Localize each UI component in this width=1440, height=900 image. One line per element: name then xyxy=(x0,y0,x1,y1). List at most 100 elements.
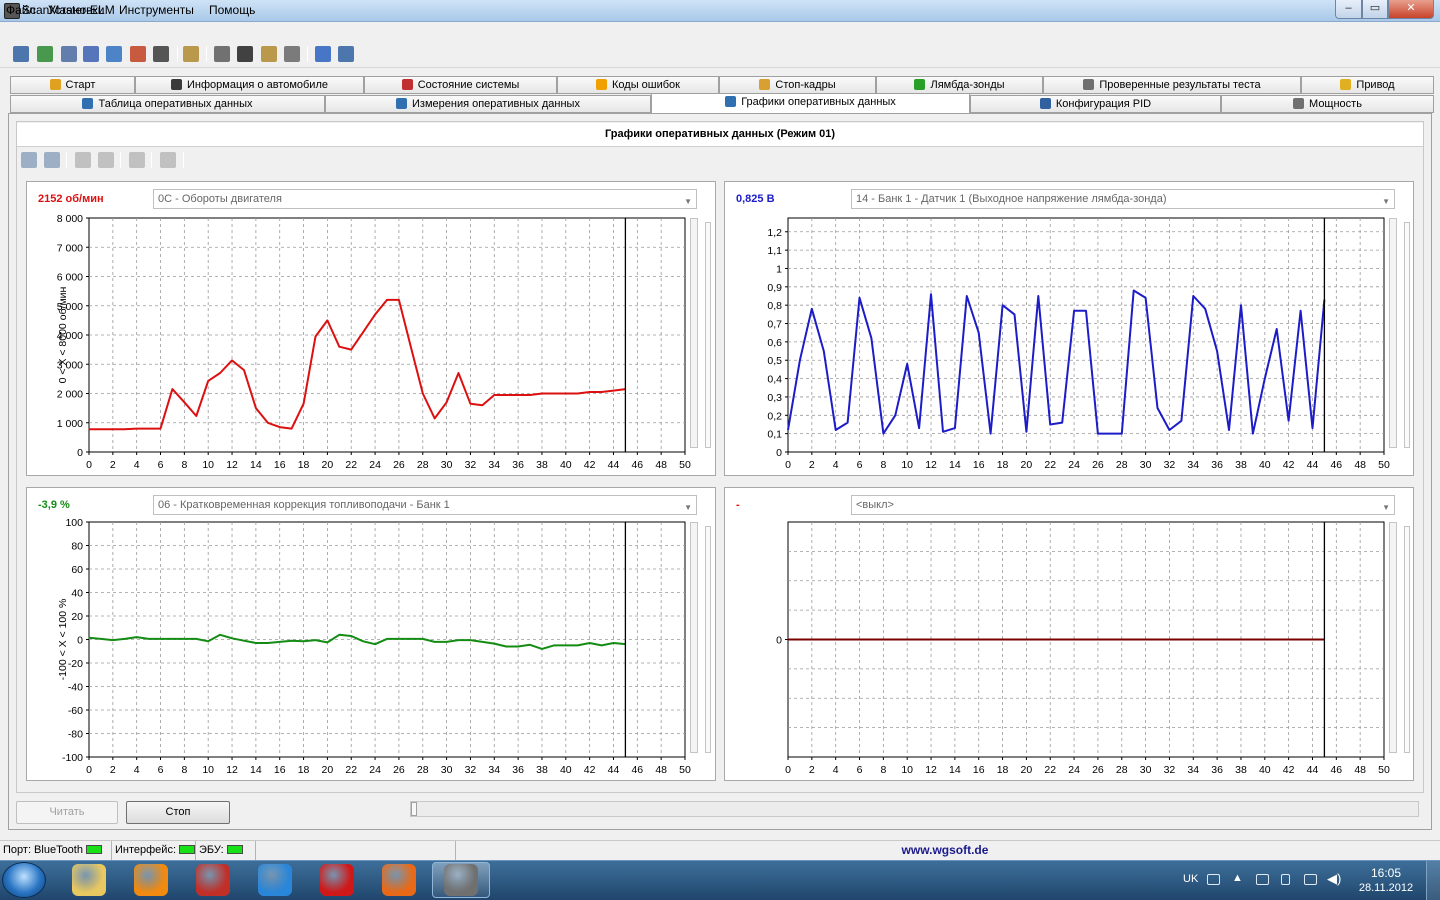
open-icon[interactable] xyxy=(75,152,91,168)
tab-actuator[interactable]: Привод xyxy=(1301,76,1434,94)
internet-explorer-icon[interactable] xyxy=(258,864,292,896)
menu-tools[interactable]: Инструменты xyxy=(119,3,194,17)
power-icon[interactable] xyxy=(1281,874,1290,885)
clock-date[interactable]: 28.11.2012 xyxy=(1352,882,1420,894)
toolbar-separator xyxy=(151,152,152,168)
menu-help[interactable]: Помощь xyxy=(209,3,255,17)
tab-grid[interactable]: Измерения оперативных данных xyxy=(325,95,651,113)
time-scrollbar[interactable] xyxy=(410,801,1419,817)
media-player-classic-icon[interactable] xyxy=(196,864,230,896)
language-indicator[interactable]: UK xyxy=(1183,873,1198,885)
menu-settings[interactable]: Установки xyxy=(48,3,104,17)
stop-button[interactable]: Стоп xyxy=(126,801,230,824)
website-link[interactable]: www.wgsoft.de xyxy=(880,843,1010,857)
table-icon[interactable] xyxy=(83,46,99,62)
x-tick-label: 38 xyxy=(1235,459,1247,471)
tab-config[interactable]: Конфигурация PID xyxy=(970,95,1221,113)
tab-label: Старт xyxy=(65,79,96,91)
terminal-icon[interactable] xyxy=(214,46,230,62)
tab-warning[interactable]: Коды ошибок xyxy=(557,76,719,94)
tab-lambda[interactable]: Лямбда-зонды xyxy=(876,76,1043,94)
x-tick-label: 40 xyxy=(560,764,572,776)
x-tick-label: 30 xyxy=(1140,764,1152,776)
data-point xyxy=(966,295,968,297)
data-point xyxy=(386,299,388,301)
time-scrollbar-thumb[interactable] xyxy=(411,802,417,816)
data-point xyxy=(136,636,138,638)
x-tick-label: 0 xyxy=(86,459,92,471)
tab-system-status[interactable]: Состояние системы xyxy=(364,76,557,94)
data-point xyxy=(326,641,328,644)
clipboard-icon[interactable] xyxy=(183,46,199,62)
tab-chart[interactable]: Графики оперативных данных xyxy=(651,93,970,114)
x-tick-label: 32 xyxy=(465,459,477,471)
data-point xyxy=(410,638,412,640)
chart-icon[interactable] xyxy=(106,46,122,62)
monitor-icon[interactable] xyxy=(237,46,253,62)
data-point xyxy=(1085,310,1087,312)
data-point xyxy=(112,639,114,641)
x-tick-label: 2 xyxy=(110,764,116,776)
firefox-icon[interactable] xyxy=(382,864,416,896)
opera-icon[interactable] xyxy=(320,864,354,896)
car-icon[interactable] xyxy=(153,46,169,62)
connect-icon[interactable] xyxy=(37,46,53,62)
tab-gear[interactable]: Проверенные результаты теста xyxy=(1043,76,1301,94)
read-button[interactable]: Читать xyxy=(16,801,118,824)
data-point xyxy=(600,644,603,646)
tab-freeze-frame[interactable]: Стоп-кадры xyxy=(719,76,876,94)
volume-icon[interactable]: ◀) xyxy=(1327,871,1341,887)
keyboard-icon[interactable] xyxy=(1207,874,1220,885)
x-tick-label: 46 xyxy=(1330,764,1342,776)
data-point xyxy=(469,639,472,641)
data-point xyxy=(1145,297,1147,299)
x-tick-label: 48 xyxy=(655,459,667,471)
tab-start[interactable]: Старт xyxy=(10,76,135,94)
maximize-button[interactable]: ▭ xyxy=(1362,0,1388,19)
toolbar-separator xyxy=(206,46,207,62)
action-center-icon[interactable] xyxy=(1256,874,1269,885)
data-point xyxy=(589,391,591,393)
x-tick-label: 50 xyxy=(679,459,691,471)
explorer-icon[interactable] xyxy=(72,864,106,896)
x-tick-label: 38 xyxy=(1235,764,1247,776)
data-point xyxy=(279,426,281,428)
close-button[interactable]: ✕ xyxy=(1388,0,1434,19)
data-point xyxy=(195,638,197,640)
show-desktop-button[interactable] xyxy=(1426,861,1440,900)
scanmaster-icon[interactable] xyxy=(444,864,478,896)
disk-icon[interactable] xyxy=(284,46,300,62)
data-point xyxy=(112,428,114,430)
tab-label: Проверенные результаты теста xyxy=(1099,79,1261,91)
graph-icon[interactable] xyxy=(130,46,146,62)
battery-icon[interactable] xyxy=(261,46,277,62)
vlc-icon[interactable] xyxy=(134,864,168,896)
add-graph-icon[interactable] xyxy=(21,152,37,168)
document-icon[interactable] xyxy=(61,46,77,62)
data-point xyxy=(799,359,801,361)
minimize-button[interactable]: – xyxy=(1335,0,1362,19)
show-hidden-icons-icon[interactable]: ▲ xyxy=(1232,872,1243,884)
data-point xyxy=(302,640,305,642)
start-button[interactable] xyxy=(2,862,46,898)
data-point xyxy=(529,394,531,396)
data-point xyxy=(1168,429,1171,431)
wizard-icon[interactable] xyxy=(13,46,29,62)
data-point xyxy=(870,337,873,339)
data-point xyxy=(541,648,543,650)
remove-graph-icon[interactable] xyxy=(44,152,60,168)
clock-time[interactable]: 16:05 xyxy=(1356,866,1416,880)
data-point xyxy=(577,644,579,646)
book-icon[interactable] xyxy=(338,46,354,62)
info-icon[interactable] xyxy=(315,46,331,62)
data-point xyxy=(1276,328,1278,330)
network-icon[interactable] xyxy=(1304,874,1317,885)
print-setup-icon[interactable] xyxy=(129,152,145,168)
tab-table[interactable]: Таблица оперативных данных xyxy=(10,95,325,113)
save-icon[interactable] xyxy=(98,152,114,168)
tab-power[interactable]: Мощность xyxy=(1221,95,1434,113)
print-icon[interactable] xyxy=(160,152,176,168)
menu-file[interactable]: Файл xyxy=(6,3,36,17)
data-point xyxy=(243,640,245,642)
tab-info[interactable]: Информация о автомобиле xyxy=(135,76,364,94)
